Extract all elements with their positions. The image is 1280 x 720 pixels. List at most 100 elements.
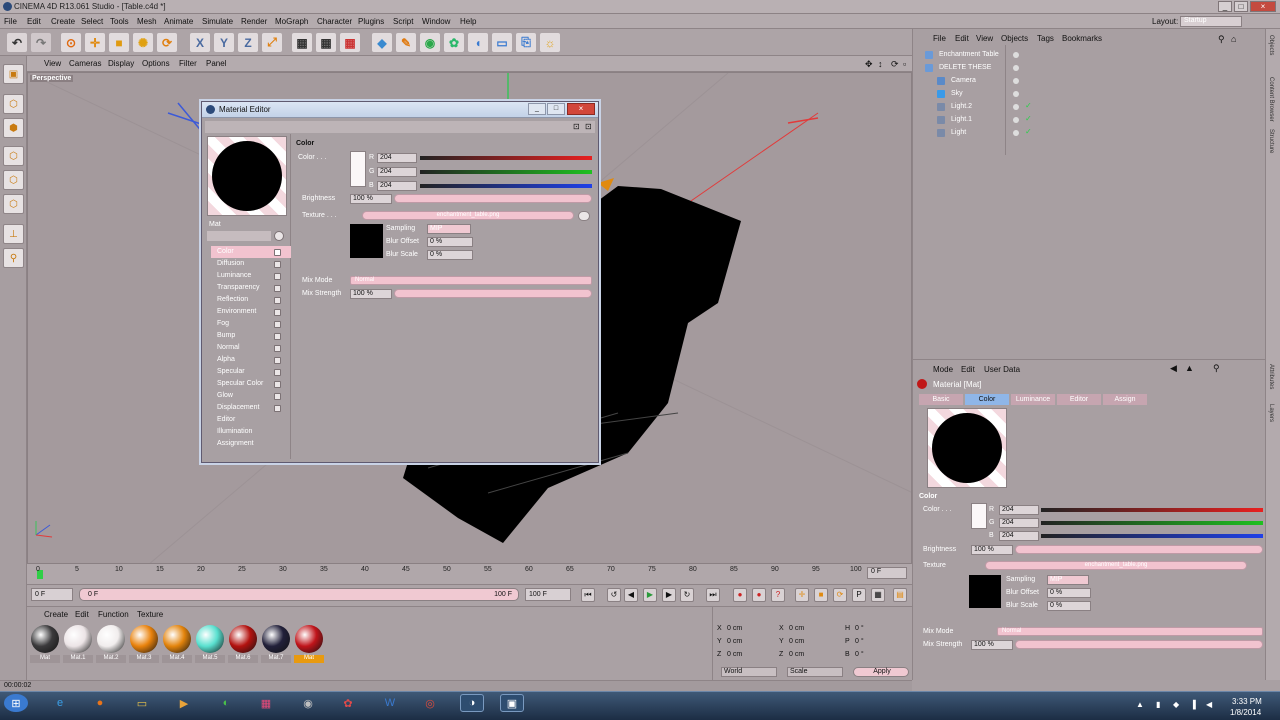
attr-blur-offset-field[interactable]: 0 % (1047, 588, 1091, 598)
model-mode-icon[interactable]: ⬡ (3, 94, 24, 114)
channel-checkbox[interactable] (274, 285, 281, 292)
attr-tab-basic[interactable]: Basic (919, 394, 963, 405)
attr-brightness-field[interactable]: 100 % (971, 545, 1013, 555)
objmgr-menu-tags[interactable]: Tags (1037, 34, 1054, 43)
editor-mix-strength-field[interactable]: 100 % (350, 289, 392, 299)
key-position-icon[interactable]: ✛ (795, 588, 809, 602)
attr-brightness-slider[interactable] (1015, 545, 1263, 554)
rotate-icon[interactable]: ✺ (133, 33, 153, 52)
attr-tab-luminance[interactable]: Luminance (1011, 394, 1055, 405)
material-ball[interactable] (97, 625, 125, 653)
channel-checkbox[interactable] (274, 333, 281, 340)
attr-g-field[interactable]: 204 (999, 518, 1039, 528)
points-mode-icon[interactable]: ⬡ (3, 146, 24, 166)
polygons-mode-icon[interactable]: ⬡ (3, 194, 24, 214)
channel-checkbox[interactable] (274, 381, 281, 388)
side-tab-layers[interactable]: Layers (1268, 404, 1274, 422)
viewport-menu-options[interactable]: Options (142, 59, 170, 68)
attr-r-slider[interactable] (1041, 508, 1263, 512)
coord-value[interactable]: 0 cm (727, 625, 742, 632)
channel-item[interactable]: Diffusion (211, 258, 291, 270)
editor-r-field[interactable]: 204 (377, 153, 417, 163)
objmgr-menu-edit[interactable]: Edit (955, 34, 969, 43)
channel-item[interactable]: Specular (211, 366, 291, 378)
channel-item[interactable]: Assignment (211, 438, 291, 450)
redo-icon[interactable]: ↷ (31, 33, 51, 52)
attr-g-slider[interactable] (1041, 521, 1263, 525)
coord-value[interactable]: 0 ° (855, 638, 864, 645)
material-editor-minimize-button[interactable]: _ (528, 103, 546, 115)
attr-sampling-dropdown[interactable]: MIP (1047, 575, 1089, 585)
material-ball[interactable] (64, 625, 92, 653)
move-icon[interactable]: ✛ (85, 33, 105, 52)
channel-checkbox[interactable] (274, 393, 281, 400)
menu-render[interactable]: Render (241, 17, 267, 26)
autokey-icon[interactable]: ● (752, 588, 766, 602)
coord-value[interactable]: 0 cm (789, 638, 804, 645)
app-icon[interactable]: ▣ (500, 694, 524, 712)
material-editor-titlebar[interactable]: Material Editor _ □ × (202, 102, 598, 118)
channel-checkbox[interactable] (274, 345, 281, 352)
editor-color-swatch[interactable] (350, 151, 366, 187)
menu-window[interactable]: Window (422, 17, 450, 26)
viewport-move-icon[interactable]: ✥ (865, 59, 873, 70)
menu-tools[interactable]: Tools (110, 17, 129, 26)
channel-item[interactable]: Normal (211, 342, 291, 354)
editor-texture-field[interactable]: enchantment_table.png (362, 211, 574, 220)
editor-mix-strength-slider[interactable] (394, 289, 592, 298)
render-settings-icon[interactable]: ▦ (340, 33, 360, 52)
attr-tab-assign[interactable]: Assign (1103, 394, 1147, 405)
volume-icon[interactable]: ◀ (1206, 700, 1212, 709)
menu-help[interactable]: Help (460, 17, 476, 26)
editor-blur-scale-field[interactable]: 0 % (427, 250, 473, 260)
channel-checkbox[interactable] (274, 297, 281, 304)
matmgr-menu-create[interactable]: Create (44, 610, 68, 619)
matmgr-menu-function[interactable]: Function (98, 610, 129, 619)
material-editor-new-icon[interactable]: ⊡ (585, 122, 592, 131)
word-icon[interactable]: W (378, 694, 402, 712)
coord-scale-dropdown[interactable]: Scale (787, 667, 843, 677)
attr-menu-mode[interactable]: Mode (933, 365, 953, 374)
internet-explorer-icon[interactable]: e (48, 694, 72, 712)
key-parameter-icon[interactable]: P (852, 588, 866, 602)
coordinate-system-icon[interactable]: ⤢ (262, 33, 282, 52)
material-ball[interactable] (229, 625, 257, 653)
channel-item[interactable]: Fog (211, 318, 291, 330)
channel-item[interactable]: Displacement (211, 402, 291, 414)
channel-item[interactable]: Bump (211, 330, 291, 342)
start-frame-field[interactable]: 0 F (31, 588, 73, 601)
objmgr-menu-objects[interactable]: Objects (1001, 34, 1028, 43)
undo-icon[interactable]: ↶ (7, 33, 27, 52)
channel-checked-icon[interactable] (274, 249, 281, 256)
editor-sampling-dropdown[interactable]: MIP (427, 224, 471, 234)
coord-value[interactable]: 0 cm (789, 625, 804, 632)
attr-texture-field[interactable]: enchantment_table.png (985, 561, 1247, 570)
material-ball[interactable] (130, 625, 158, 653)
key-pla-icon[interactable]: ▦ (871, 588, 885, 602)
attr-tab-color[interactable]: Color (965, 394, 1009, 405)
end-frame-field[interactable]: 100 F (525, 588, 571, 601)
timeline-ruler[interactable]: 0 5 10 15 20 25 30 35 40 45 50 55 60 65 … (35, 566, 890, 582)
attr-menu-user-data[interactable]: User Data (984, 365, 1020, 374)
channel-checkbox[interactable] (274, 357, 281, 364)
attr-b-slider[interactable] (1041, 534, 1263, 538)
editor-g-field[interactable]: 204 (377, 167, 417, 177)
viewport-rotate-icon[interactable]: ⟳ (891, 59, 899, 70)
channel-checkbox[interactable] (274, 321, 281, 328)
material-ball[interactable] (295, 625, 323, 653)
attr-back-icon[interactable]: ◀ (1170, 363, 1177, 374)
side-tab-structure[interactable]: Structure (1268, 129, 1274, 153)
attr-tab-editor[interactable]: Editor (1057, 394, 1101, 405)
matmgr-menu-texture[interactable]: Texture (137, 610, 163, 619)
material-ball[interactable] (262, 625, 290, 653)
editor-b-field[interactable]: 204 (377, 181, 417, 191)
clock-date[interactable]: 1/8/2014 (1230, 708, 1261, 717)
coord-value[interactable]: 0 cm (727, 638, 742, 645)
chrome-icon[interactable]: ◎ (418, 694, 442, 712)
attr-r-field[interactable]: 204 (999, 505, 1039, 515)
next-frame-icon[interactable]: ▶ (662, 588, 676, 602)
timeline-window-icon[interactable]: ▤ (893, 588, 907, 602)
tray-icon[interactable]: ◆ (1173, 700, 1179, 709)
objmgr-menu-view[interactable]: View (976, 34, 993, 43)
channel-item[interactable]: Editor (211, 414, 291, 426)
